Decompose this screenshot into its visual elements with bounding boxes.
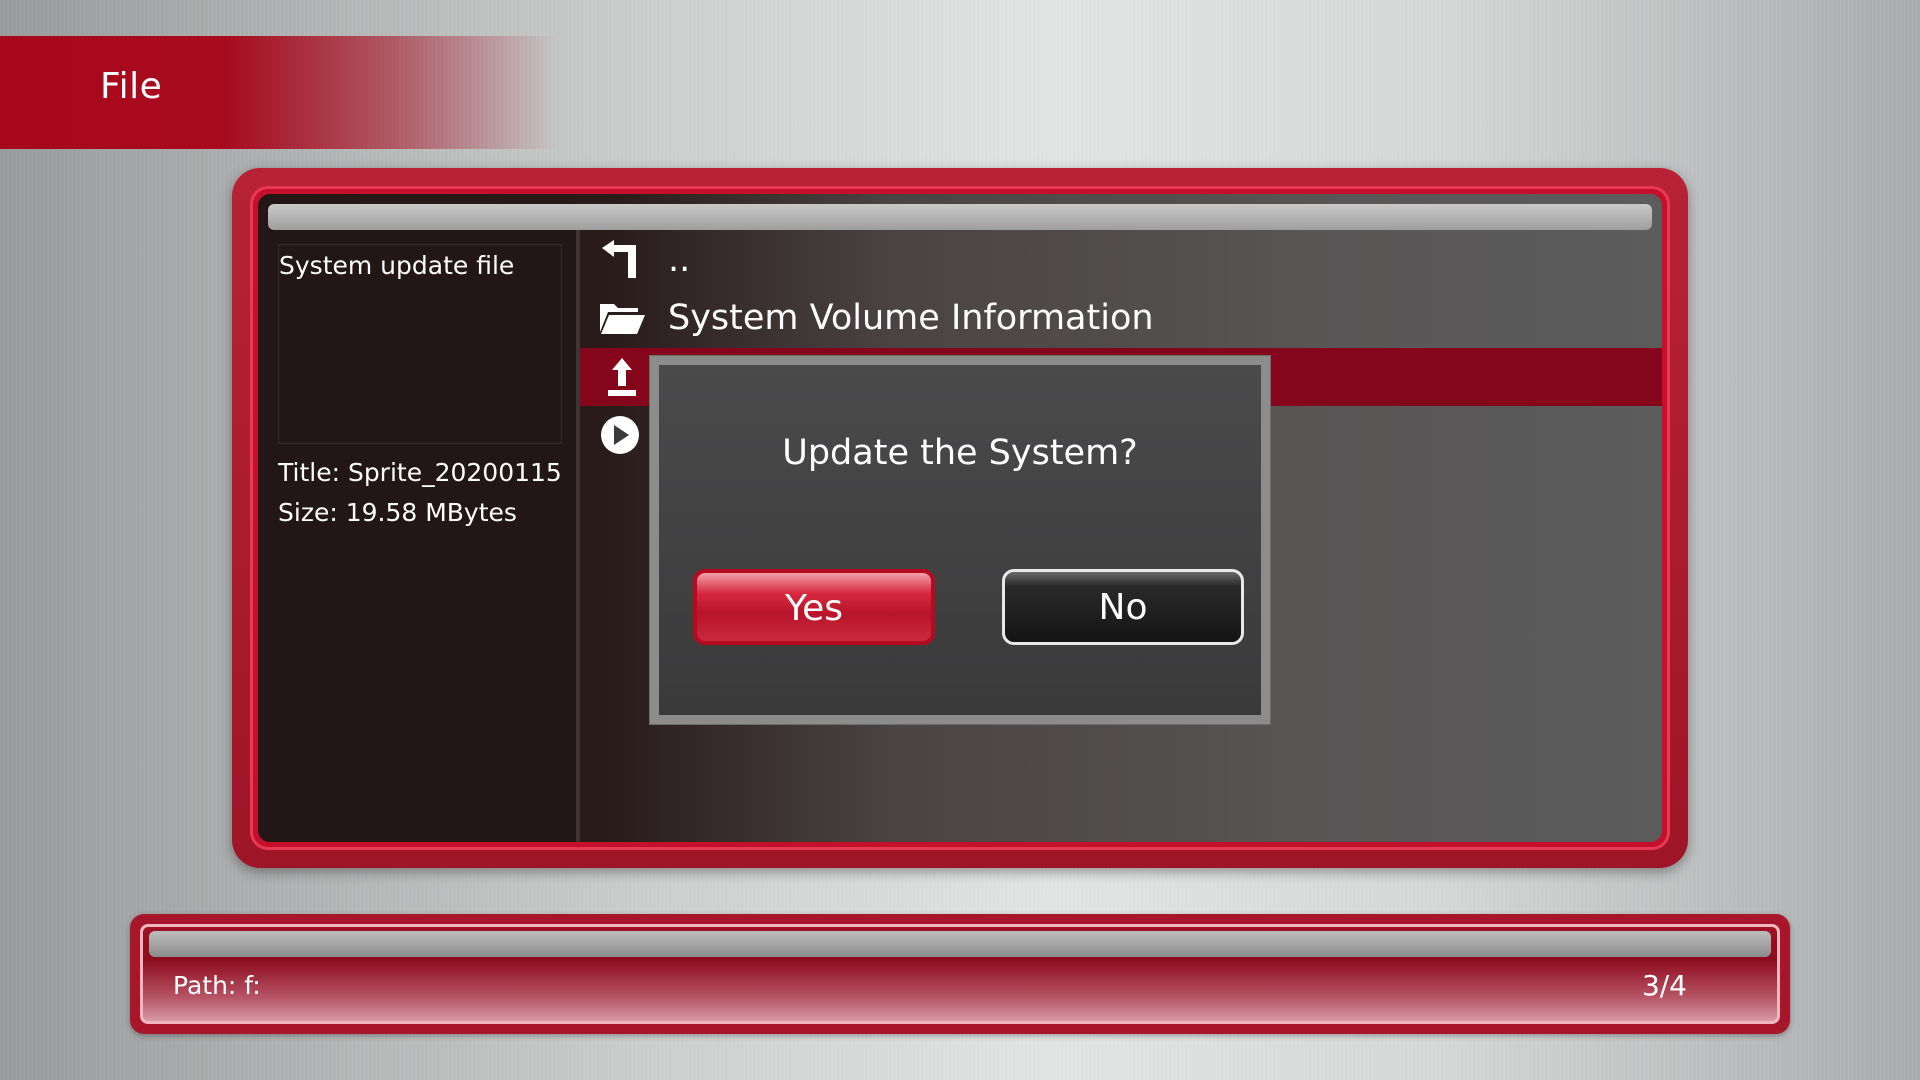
no-button[interactable]: No (1002, 569, 1244, 645)
dialog-question: Update the System? (782, 433, 1138, 473)
parent-folder-arrow-icon (598, 238, 646, 280)
update-file-icon (598, 356, 646, 398)
list-item-label: System Volume Information (668, 298, 1154, 338)
list-item-parent[interactable]: .. (580, 230, 1662, 288)
preview-box: System update file (278, 244, 562, 444)
page-title: File (100, 66, 163, 107)
status-bar-inner: Path: f: 3/4 (140, 924, 1780, 1024)
file-size-info: Size: 19.58 MBytes (278, 498, 517, 527)
list-item-label: .. (668, 240, 691, 280)
folder-icon (598, 296, 646, 338)
status-bar: Path: f: 3/4 (130, 914, 1790, 1034)
update-confirm-dialog: Update the System? Yes No (650, 356, 1270, 724)
file-info-pane: System update file Title: Sprite_2020011… (258, 230, 576, 842)
path-label: Path: f: (173, 971, 261, 1000)
item-counter: 3/4 (1641, 969, 1687, 1002)
panel-top-bar (268, 204, 1652, 230)
status-top-bar (149, 931, 1771, 957)
list-item-folder[interactable]: System Volume Information (580, 288, 1662, 346)
yes-button[interactable]: Yes (693, 569, 935, 645)
file-title-info: Title: Sprite_20200115 (278, 458, 560, 487)
title-band (0, 36, 560, 149)
preview-caption: System update file (279, 251, 515, 280)
play-icon (598, 414, 646, 456)
